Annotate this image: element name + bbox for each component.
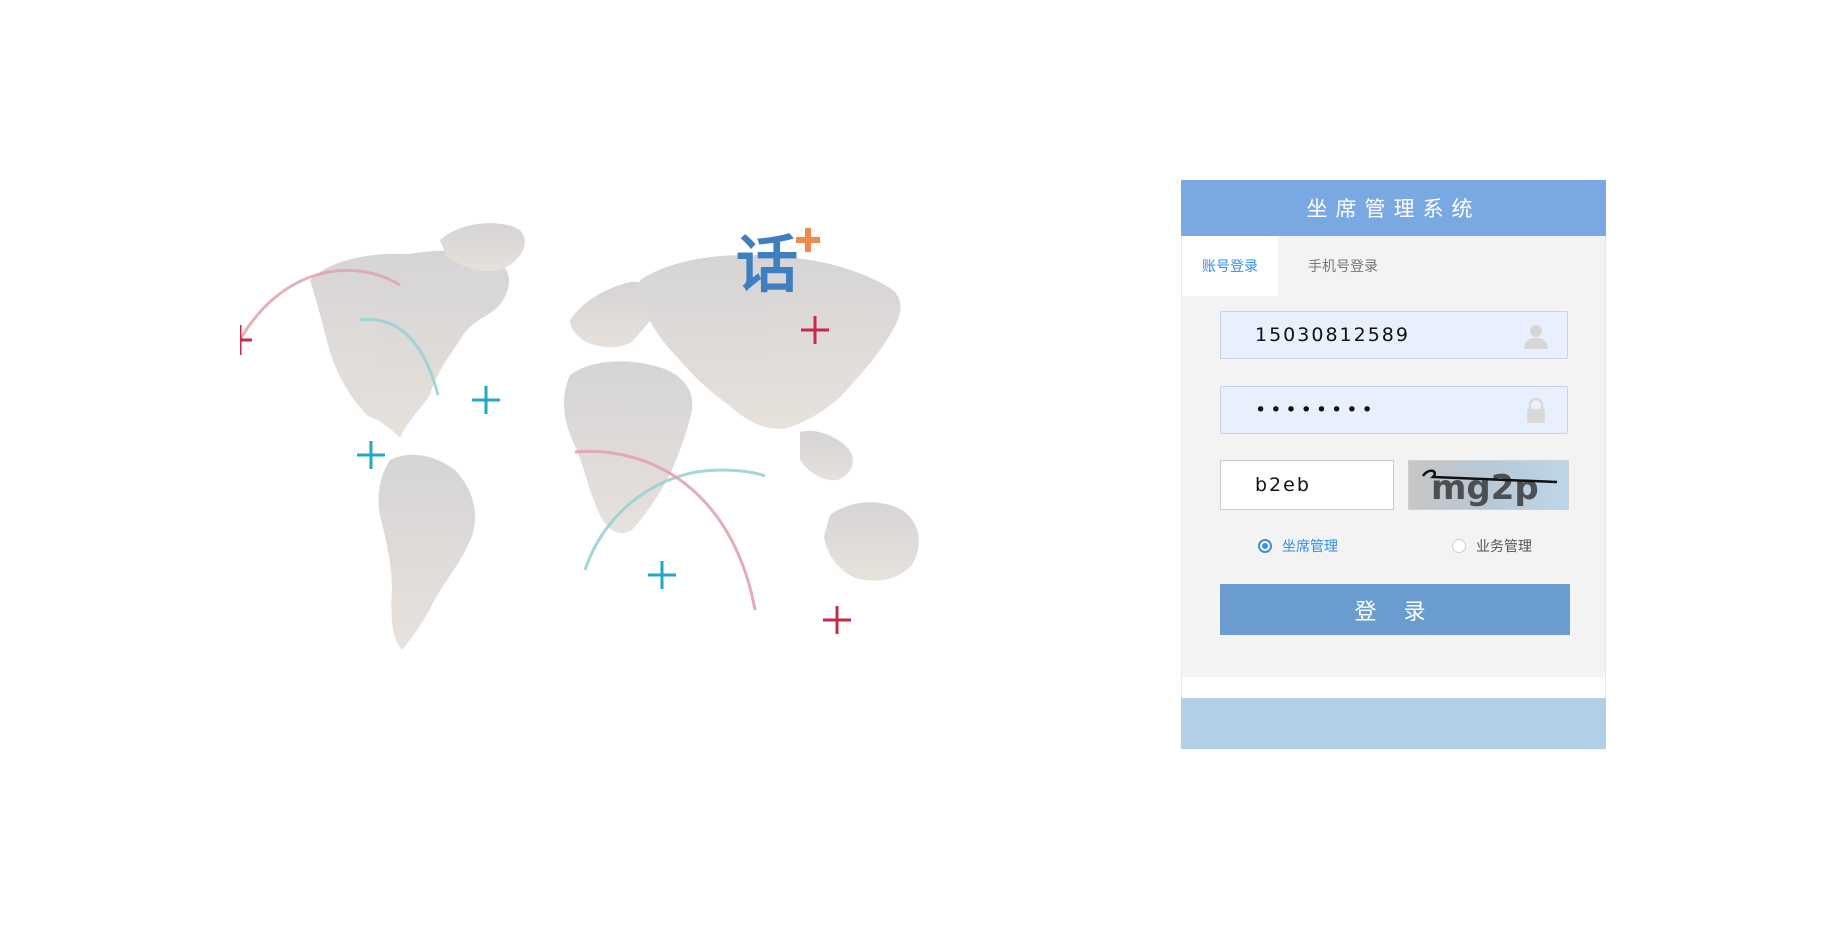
tab-account-login[interactable]: 账号登录 (1182, 236, 1278, 296)
login-button[interactable]: 登 录 (1220, 584, 1570, 635)
captcha-image[interactable]: mg2p (1408, 460, 1569, 510)
logo-glyph: 话 (736, 228, 798, 301)
logo-plus-icon (796, 228, 820, 252)
africa-shape (563, 361, 693, 534)
marker-red-south (823, 606, 851, 634)
lock-icon (1527, 397, 1545, 423)
tab-bar-filler (1408, 236, 1605, 296)
southeast-asia-shape (800, 430, 853, 481)
continents (310, 223, 919, 650)
world-map-illustration: 话 (240, 170, 940, 730)
password-input[interactable] (1221, 390, 1525, 430)
user-icon (1524, 325, 1548, 349)
username-field (1220, 311, 1568, 359)
radio-agent-management[interactable] (1258, 539, 1272, 553)
australia-shape (824, 502, 919, 581)
captcha-field (1220, 460, 1394, 510)
login-tabs: 账号登录 手机号登录 (1181, 236, 1606, 296)
marker-teal-na (472, 386, 500, 414)
username-input[interactable] (1221, 315, 1525, 355)
login-form: mg2p 坐席管理 业务管理 登 录 (1181, 296, 1606, 677)
login-page: 话 坐席管理系统 账号登录 手机号登录 15030812589 ••••••••… (0, 0, 1845, 925)
panel-footer (1181, 698, 1606, 749)
south-america-shape (378, 454, 476, 650)
panel-spacer (1181, 677, 1606, 698)
north-america-shape (310, 250, 510, 438)
role-option-agent[interactable]: 坐席管理 (1258, 536, 1338, 556)
login-panel: 坐席管理系统 账号登录 手机号登录 15030812589 •••••••• b… (1181, 180, 1606, 754)
marker-teal-sa (357, 441, 385, 469)
system-title: 坐席管理系统 (1181, 180, 1606, 236)
role-option-business[interactable]: 业务管理 (1452, 536, 1532, 556)
password-field (1220, 386, 1568, 434)
marker-teal-africa (648, 561, 676, 589)
role-label-agent: 坐席管理 (1282, 539, 1338, 555)
captcha-text: mg2p (1431, 468, 1539, 508)
tab-phone-login[interactable]: 手机号登录 (1278, 236, 1408, 296)
captcha-input[interactable] (1221, 464, 1387, 506)
role-label-business: 业务管理 (1476, 539, 1532, 555)
radio-business-management[interactable] (1452, 539, 1466, 553)
